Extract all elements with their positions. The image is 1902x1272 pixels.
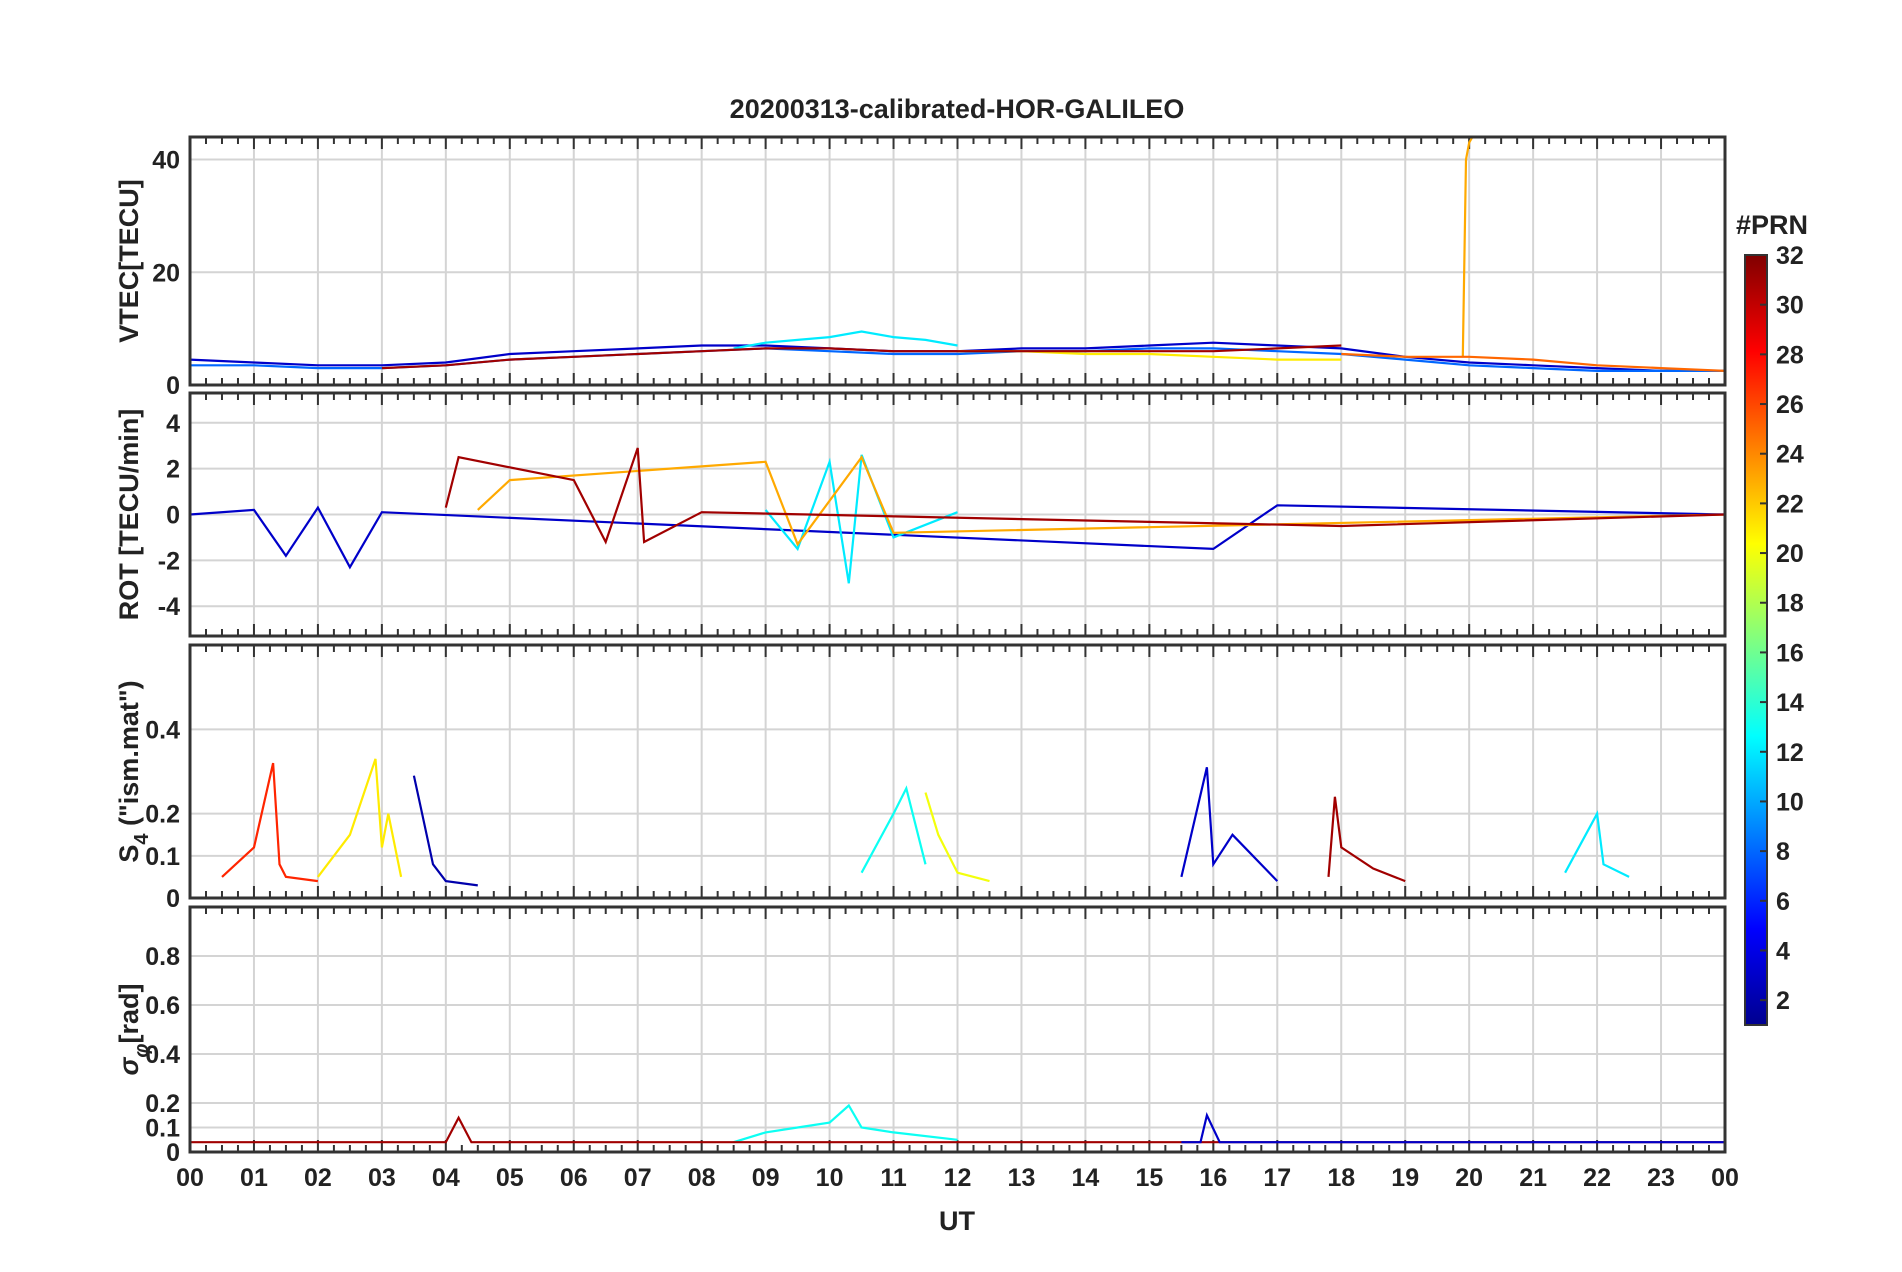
x-tick-label: 10 <box>816 1164 844 1192</box>
series-line-prn-3 <box>1181 1112 1725 1144</box>
y-axis-label-tail: [rad] <box>114 984 144 1044</box>
x-tick-label: 08 <box>688 1164 716 1192</box>
x-tick-label: 12 <box>944 1164 972 1192</box>
colorbar-tick-label: 18 <box>1776 590 1804 618</box>
panel-s4: 0 0.1 0.2 0.4S4 ("ism.mat") <box>114 643 1727 913</box>
y-axis-label-main: ROT [TECU/min] <box>114 409 144 620</box>
colorbar-tick-label: 4 <box>1776 937 1790 965</box>
y-tick-label: 2 <box>166 456 180 484</box>
colorbar-tick-label: 24 <box>1776 441 1804 469</box>
colorbar: #PRN 2468101214161820222426283032 <box>1736 210 1808 1026</box>
x-tick-label: 20 <box>1455 1164 1483 1192</box>
chart-title: 20200313-calibrated-HOR-GALILEO <box>730 94 1185 124</box>
y-tick-label: 20 <box>152 259 180 287</box>
y-tick-label: 0.2 <box>145 801 180 829</box>
y-axis-label-main: VTEC[TECU] <box>114 179 144 343</box>
x-tick-label: 07 <box>624 1164 652 1192</box>
x-tick-label: 17 <box>1263 1164 1291 1192</box>
y-axis-label: S4 ("ism.mat") <box>114 680 153 862</box>
panel-rot: -4 -2 0 2 4 ROT [TECU/min] <box>114 391 1727 638</box>
x-tick-label: 06 <box>560 1164 588 1192</box>
x-tick-label: 14 <box>1072 1164 1100 1192</box>
y-tick-label: 40 <box>152 147 180 175</box>
colorbar-tick-label: 28 <box>1776 341 1804 369</box>
x-tick-label: 13 <box>1008 1164 1036 1192</box>
colorbar-tick-label: 10 <box>1776 788 1804 816</box>
y-axis-label: ROT [TECU/min] <box>114 409 144 620</box>
colorbar-tick-label: 26 <box>1776 391 1804 419</box>
y-tick-label: 0 <box>166 885 180 913</box>
y-axis-label-sub: φ <box>131 1044 153 1058</box>
x-tick-label: 19 <box>1391 1164 1419 1192</box>
x-tick-label: 21 <box>1519 1164 1547 1192</box>
panels: 02040VTEC[TECU]-4-2024ROT [TECU/min]00.1… <box>114 135 1727 1167</box>
y-tick-label: 0.1 <box>145 1115 180 1143</box>
colorbar-tick-label: 14 <box>1776 689 1804 717</box>
y-tick-label: 0 <box>166 372 180 400</box>
colorbar-tick-label: 8 <box>1776 838 1790 866</box>
y-tick-label: -2 <box>158 547 180 575</box>
series-group <box>221 758 1630 887</box>
panel-sigma: 00.10.20.40.60.8σφ[rad] <box>114 905 1727 1167</box>
x-tick-label: 18 <box>1327 1164 1355 1192</box>
colorbar-tick-label: 30 <box>1776 292 1804 320</box>
series-line-prn-13 <box>733 1103 958 1144</box>
series-line-prn-21 <box>317 758 403 878</box>
series-line-prn-12 <box>764 454 958 584</box>
colorbar-label: #PRN <box>1736 210 1808 240</box>
x-tick-label: 02 <box>304 1164 332 1192</box>
y-tick-label: 0 <box>166 502 180 530</box>
colorbar-tick-label: 20 <box>1776 540 1804 568</box>
colorbar-scale <box>1744 254 1768 1026</box>
series-line-prn-31 <box>1327 796 1406 883</box>
series-line-prn-23 <box>1461 137 1474 357</box>
y-axis-label: VTEC[TECU] <box>114 179 144 343</box>
y-tick-label: 0 <box>166 1139 180 1167</box>
colorbar-tick-label: 22 <box>1776 490 1804 518</box>
colorbar-tick-label: 12 <box>1776 739 1804 767</box>
y-tick-label: 0.8 <box>145 943 180 971</box>
series-line-prn-3 <box>1180 767 1279 882</box>
x-axis-label: UT <box>939 1206 975 1236</box>
y-tick-label: 0.6 <box>145 992 180 1020</box>
x-axis: 00 01 02 03 04 05 06 07 08 09 10 11 12 13 14 15 16 17 18 19… <box>176 1164 1739 1192</box>
x-tick-label: 03 <box>368 1164 396 1192</box>
y-tick-label: -4 <box>158 593 180 621</box>
y-tick-label: 0.1 <box>145 843 180 871</box>
x-tick-label: 05 <box>496 1164 524 1192</box>
figure: 20200313-calibrated-HOR-GALILEO 02040VTE… <box>114 94 1808 1236</box>
colorbar-tick-label: 6 <box>1776 888 1790 916</box>
panel-vtec: 0 20 40 VTEC[TECU] <box>114 135 1727 400</box>
x-tick-label: 11 <box>880 1164 907 1192</box>
x-tick-label: 01 <box>240 1164 268 1192</box>
x-tick-label: 22 <box>1583 1164 1611 1192</box>
colorbar-tick-label: 2 <box>1776 987 1790 1015</box>
x-tick-label: 23 <box>1647 1164 1675 1192</box>
y-tick-label: 4 <box>166 410 180 438</box>
y-axis-label-main: σ <box>114 1057 144 1076</box>
y-tick-label: 0.2 <box>145 1090 180 1118</box>
x-tick-label: 00 <box>1711 1164 1739 1192</box>
x-tick-label: 15 <box>1135 1164 1163 1192</box>
colorbar-tick-label: 16 <box>1776 639 1804 667</box>
x-tick-label: 00 <box>176 1164 204 1192</box>
series-line-prn-27 <box>221 762 319 883</box>
y-axis-label-main: S <box>114 845 144 863</box>
y-axis-label-tail: ("ism.mat") <box>114 680 144 833</box>
colorbar-tick-label: 32 <box>1776 242 1804 270</box>
x-tick-label: 16 <box>1199 1164 1227 1192</box>
y-tick-label: 0.4 <box>145 716 180 744</box>
x-tick-label: 09 <box>752 1164 780 1192</box>
x-tick-label: 04 <box>432 1164 460 1192</box>
